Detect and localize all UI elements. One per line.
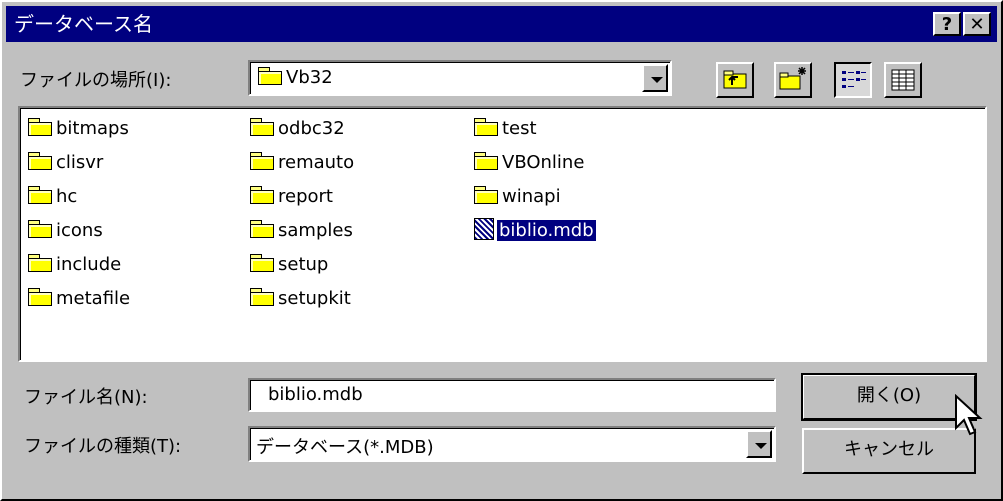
chevron-down-icon[interactable] bbox=[746, 430, 772, 458]
cancel-button[interactable]: キャンセル bbox=[802, 428, 976, 474]
list-item[interactable]: clisvr bbox=[28, 150, 103, 176]
list-item[interactable]: metafile bbox=[28, 286, 130, 312]
create-new-folder-button[interactable] bbox=[774, 62, 812, 98]
details-view-button[interactable] bbox=[884, 62, 922, 98]
list-view-icon bbox=[842, 71, 866, 88]
folder-icon bbox=[28, 288, 52, 306]
chevron-down-icon[interactable] bbox=[642, 64, 668, 92]
folder-icon bbox=[28, 220, 52, 238]
cancel-button-label: キャンセル bbox=[844, 439, 934, 460]
open-button[interactable]: 開く(O) bbox=[801, 373, 977, 421]
folder-icon bbox=[250, 118, 274, 136]
look-in-value: Vb32 bbox=[286, 67, 333, 88]
open-database-dialog: データベース名 ? ✕ ファイルの場所(I): Vb32 bitmaps cli… bbox=[0, 0, 1003, 501]
list-item[interactable]: setupkit bbox=[250, 286, 351, 312]
folder-icon bbox=[28, 186, 52, 204]
list-item-selected[interactable]: biblio.mdb bbox=[474, 218, 597, 244]
window-title: データベース名 bbox=[14, 12, 153, 36]
folder-icon bbox=[28, 152, 52, 170]
folder-icon bbox=[28, 118, 52, 136]
folder-icon bbox=[250, 288, 274, 306]
list-item[interactable]: bitmaps bbox=[28, 116, 129, 142]
create-new-folder-icon bbox=[779, 67, 806, 90]
up-one-level-icon bbox=[723, 70, 747, 89]
filetype-dropdown[interactable]: データベース(*.MDB) bbox=[248, 426, 776, 462]
folder-icon bbox=[250, 254, 274, 272]
mouse-pointer-icon bbox=[955, 394, 983, 436]
folder-icon bbox=[250, 220, 274, 238]
file-list[interactable]: bitmaps clisvr hc icons include metafile… bbox=[18, 106, 987, 362]
close-button[interactable]: ✕ bbox=[963, 12, 991, 36]
list-view-button[interactable] bbox=[834, 62, 872, 98]
title-bar[interactable]: データベース名 ? ✕ bbox=[6, 6, 997, 42]
list-item[interactable]: samples bbox=[250, 218, 353, 244]
look-in-dropdown[interactable]: Vb32 bbox=[248, 60, 672, 96]
filetype-label: ファイルの種類(T): bbox=[24, 436, 182, 457]
up-one-level-button[interactable] bbox=[716, 62, 754, 98]
help-button[interactable]: ? bbox=[933, 12, 961, 36]
list-item[interactable]: test bbox=[474, 116, 537, 142]
open-folder-icon bbox=[258, 67, 282, 85]
details-view-icon bbox=[891, 69, 915, 91]
list-item[interactable]: remauto bbox=[250, 150, 354, 176]
look-in-label: ファイルの場所(I): bbox=[20, 70, 172, 91]
filename-label: ファイル名(N): bbox=[24, 387, 148, 408]
database-file-icon bbox=[474, 218, 494, 240]
list-item[interactable]: report bbox=[250, 184, 333, 210]
list-item[interactable]: VBOnline bbox=[474, 150, 584, 176]
folder-icon bbox=[28, 254, 52, 272]
filename-input[interactable]: biblio.mdb bbox=[248, 378, 776, 412]
list-item[interactable]: winapi bbox=[474, 184, 561, 210]
folder-icon bbox=[250, 186, 274, 204]
folder-icon bbox=[250, 152, 274, 170]
open-button-label: 開く(O) bbox=[856, 385, 922, 406]
folder-icon bbox=[474, 152, 498, 170]
list-item[interactable]: hc bbox=[28, 184, 77, 210]
folder-icon bbox=[474, 118, 498, 136]
list-item[interactable]: odbc32 bbox=[250, 116, 345, 142]
filename-value: biblio.mdb bbox=[268, 384, 363, 405]
list-item[interactable]: include bbox=[28, 252, 121, 278]
folder-icon bbox=[474, 186, 498, 204]
list-item[interactable]: setup bbox=[250, 252, 328, 278]
filetype-value: データベース(*.MDB) bbox=[256, 437, 434, 458]
list-item[interactable]: icons bbox=[28, 218, 103, 244]
